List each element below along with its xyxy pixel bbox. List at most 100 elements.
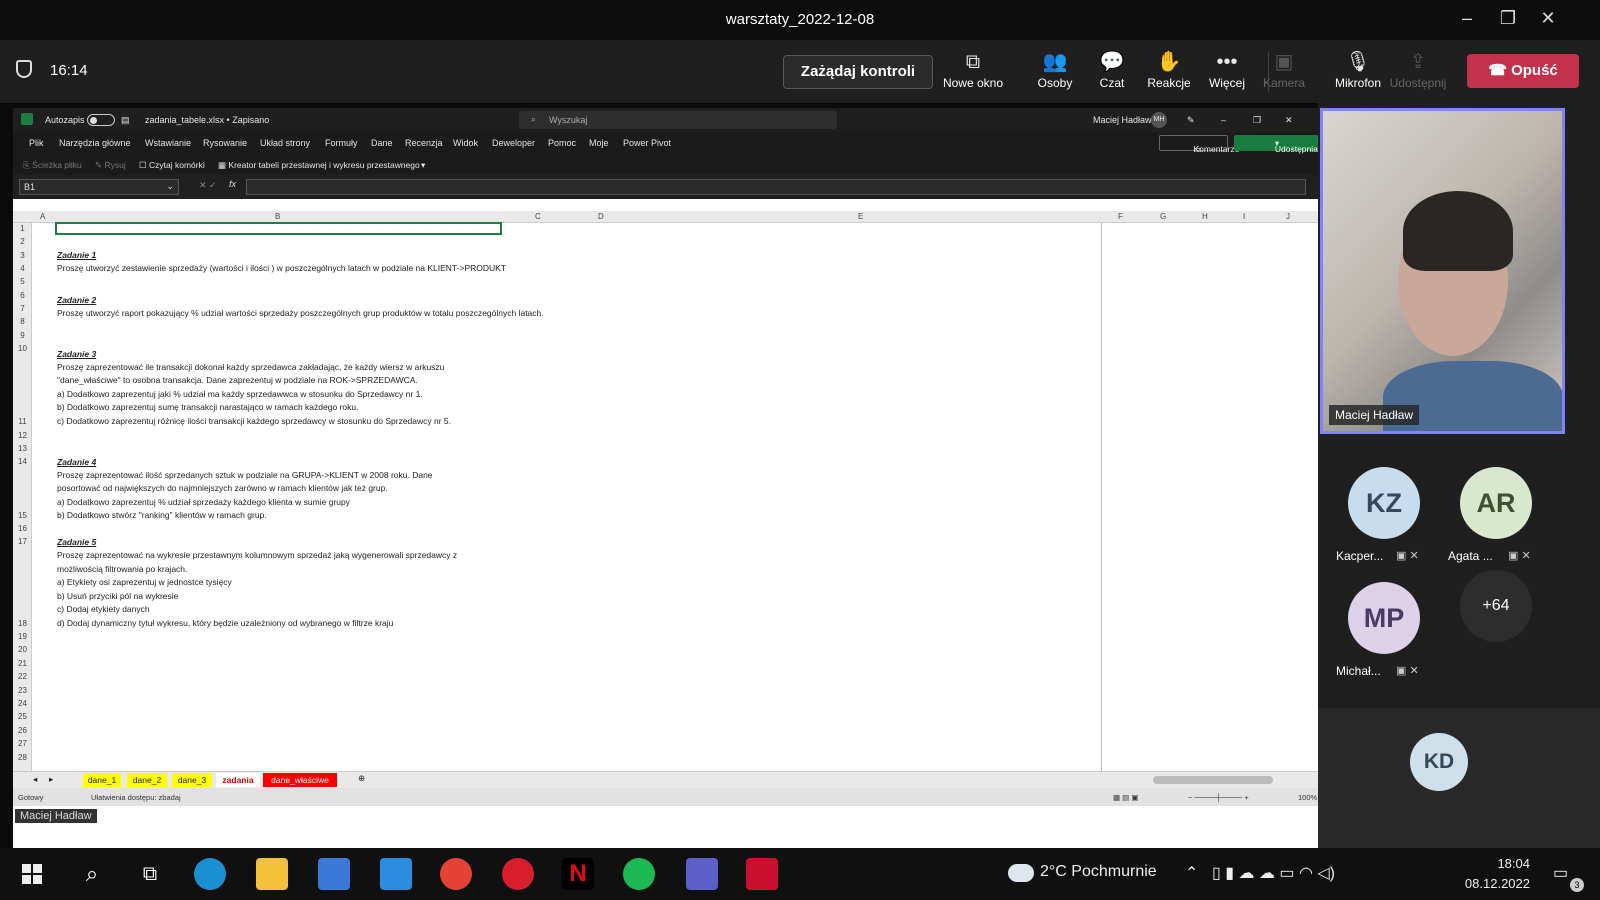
tray-icons[interactable]: ▯ ▮ ☁ ☁ ▭ ◠ ◁)	[1212, 863, 1335, 883]
column-header[interactable]: G	[1160, 212, 1166, 221]
column-header[interactable]: J	[1286, 212, 1290, 221]
netflix-icon[interactable]: N	[562, 858, 594, 890]
column-header[interactable]: I	[1243, 212, 1245, 221]
quick-path[interactable]: ⎘ Ścieżka pliku	[23, 160, 82, 171]
pen-icon[interactable]: ✎	[1187, 115, 1195, 126]
quick-pivot-wizard[interactable]: ▦ Kreator tabeli przestawnej i wykresu p…	[218, 160, 420, 171]
row-header[interactable]: 22	[13, 672, 32, 681]
column-header[interactable]: D	[598, 212, 604, 221]
row-header[interactable]: 23	[13, 686, 32, 695]
avatar[interactable]: KZ	[1348, 467, 1420, 539]
column-header[interactable]: H	[1202, 212, 1208, 221]
ribbon-tab[interactable]: Wstawianie	[145, 138, 191, 148]
row-header[interactable]: 24	[13, 699, 32, 708]
task-view-icon[interactable]: ⧉	[134, 858, 166, 890]
task-text[interactable]: a) Dodatkowo zaprezentuj % udział sprzed…	[57, 497, 350, 507]
column-header[interactable]: F	[1118, 212, 1123, 221]
ribbon-tab[interactable]: Układ strony	[260, 138, 310, 148]
store-icon[interactable]	[318, 858, 350, 890]
task-text[interactable]: Proszę zaprezentować na wykresie przesta…	[57, 550, 457, 560]
column-header[interactable]: A	[40, 212, 45, 221]
ribbon-tab[interactable]: Moje	[589, 138, 609, 148]
clock-date[interactable]: 08.12.2022	[1450, 876, 1530, 891]
row-header[interactable]: 25	[13, 712, 32, 721]
close-icon[interactable]: ✕	[1285, 115, 1293, 126]
task-text[interactable]: "dane_właściwe" to osobna transakcja. Da…	[57, 375, 418, 385]
ribbon-tab[interactable]: Formuły	[325, 138, 358, 148]
comments-button[interactable]: ▭ Komentarze	[1159, 135, 1239, 154]
ribbon-tab[interactable]: Pomoc	[548, 138, 576, 148]
row-header[interactable]: 11	[13, 417, 32, 426]
row-header[interactable]: 17	[13, 537, 32, 546]
selected-cell[interactable]	[55, 222, 502, 235]
quick-draw[interactable]: ✎ Rysuj	[95, 160, 126, 171]
row-header[interactable]: 28	[13, 753, 32, 762]
ribbon-tab[interactable]: Widok	[453, 138, 478, 148]
row-header[interactable]: 20	[13, 645, 32, 654]
row-header[interactable]: 13	[13, 444, 32, 453]
row-header[interactable]: 18	[13, 619, 32, 628]
task-text[interactable]: Proszę utworzyć raport pokazujący % udzi…	[57, 308, 544, 318]
add-sheet-icon[interactable]: ⊕	[358, 773, 365, 784]
task-text[interactable]: Proszę utworzyć zestawienie sprzedaży (w…	[57, 263, 506, 273]
avatar[interactable]: AR	[1460, 467, 1532, 539]
row-header[interactable]: 16	[13, 524, 32, 533]
horizontal-scrollbar[interactable]	[1153, 776, 1273, 784]
edge-icon[interactable]	[194, 858, 226, 890]
task-text[interactable]: b) Usuń przyciki pól na wykresie	[57, 591, 178, 601]
sheet-tab[interactable]: dane_1	[83, 773, 121, 787]
task-text[interactable]: b) Dodatkowo stwórz "ranking" klientów w…	[57, 510, 267, 520]
new-window-button[interactable]: ⧉ Nowe okno	[937, 48, 1009, 90]
sheet-tab[interactable]: zadania	[216, 773, 260, 787]
task-heading[interactable]: Zadanie 1	[57, 250, 96, 260]
column-header[interactable]: C	[535, 212, 541, 221]
minimize-icon[interactable]: –	[1221, 115, 1226, 125]
task-text[interactable]: d) Dodaj dynamiczny tytuł wykresu, który…	[57, 618, 393, 628]
chrome-icon[interactable]	[440, 858, 472, 890]
zoom-slider[interactable]: − ────┼──── +	[1188, 793, 1249, 802]
task-heading[interactable]: Zadanie 3	[57, 349, 96, 359]
row-header[interactable]: 2	[13, 237, 32, 246]
ribbon-tab[interactable]: Rysowanie	[203, 138, 247, 148]
formula-input[interactable]	[246, 179, 1306, 195]
status-accessibility[interactable]: Ułatwienia dostępu: zbadaj	[91, 793, 181, 802]
more-participants[interactable]: +64	[1460, 570, 1532, 642]
cancel-icon[interactable]: ✕ ✓	[199, 180, 217, 191]
restore-icon[interactable]: ❐	[1253, 115, 1261, 126]
task-text[interactable]: posortować od największych do najmniejsz…	[57, 483, 388, 493]
search-input[interactable]: ⌕ Wyszukaj	[519, 111, 837, 129]
sheet-tab[interactable]: dane_2	[127, 773, 167, 787]
task-text[interactable]: Proszę zaprezentować ilość sprzedanych s…	[57, 470, 433, 480]
row-header[interactable]: 14	[13, 457, 32, 466]
row-header[interactable]: 10	[13, 344, 32, 353]
row-header[interactable]: 19	[13, 632, 32, 641]
share-button[interactable]: ⇪ Udostępnij	[1382, 48, 1454, 90]
task-heading[interactable]: Zadanie 2	[57, 295, 96, 305]
avatar[interactable]: MH	[1151, 112, 1167, 128]
share-button[interactable]: Udostępnianie ▾	[1234, 135, 1329, 154]
windows-start-icon[interactable]	[16, 858, 48, 890]
row-header[interactable]: 6	[13, 291, 32, 300]
row-header[interactable]: 3	[13, 251, 32, 260]
task-text[interactable]: a) Etykiety osi zaprezentuj w jednostce …	[57, 577, 232, 587]
clock-time[interactable]: 18:04	[1470, 856, 1530, 871]
quick-read-cells[interactable]: ☐ Czytaj komórki	[139, 160, 205, 171]
task-text[interactable]: c) Dodatkowo zaprezentuj różnicę ilości …	[57, 416, 451, 426]
task-text[interactable]: możliwością filtrowania po krajach.	[57, 564, 187, 574]
app-icon[interactable]	[746, 858, 778, 890]
row-header[interactable]: 26	[13, 726, 32, 735]
ribbon-tab[interactable]: Dane	[371, 138, 393, 148]
normal-view-icon[interactable]: ▦ ▤ ▣	[1113, 793, 1138, 802]
spotify-icon[interactable]	[623, 858, 655, 890]
camera-off-button[interactable]: ▣ Kamera	[1248, 48, 1320, 90]
avatar[interactable]: MP	[1348, 582, 1420, 654]
row-header[interactable]: 7	[13, 304, 32, 313]
teams-icon[interactable]	[686, 858, 718, 890]
filename[interactable]: zadania_tabele.xlsx • Zapisano	[145, 115, 269, 125]
file-explorer-icon[interactable]	[256, 858, 288, 890]
scroll-right-icon[interactable]: ▸	[49, 774, 53, 785]
fx-icon[interactable]: fx	[229, 179, 236, 189]
ribbon-tab[interactable]: Deweloper	[492, 138, 535, 148]
task-heading[interactable]: Zadanie 5	[57, 537, 96, 547]
notification-icon[interactable]: ▭	[1553, 863, 1568, 883]
